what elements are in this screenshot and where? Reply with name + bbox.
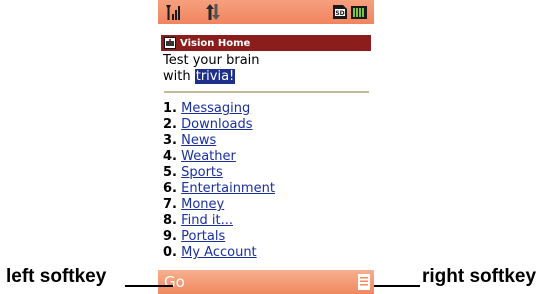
menu-item-number: 5. (163, 165, 177, 180)
svg-text:SD: SD (335, 10, 344, 17)
menu-item-link[interactable]: Messaging (181, 101, 250, 116)
right-softkey-callout: right softkey (422, 266, 537, 287)
menu-item-number: 1. (163, 101, 177, 116)
promo-line-2-prefix: with (163, 69, 195, 84)
menu-item-number: 7. (163, 197, 177, 212)
menu-item-link[interactable]: My Account (181, 245, 257, 260)
menu-item-link[interactable]: Portals (181, 229, 225, 244)
left-softkey-button[interactable]: Go (164, 273, 185, 291)
sd-card-icon: SD (333, 5, 347, 19)
menu-item-number: 4. (163, 149, 177, 164)
menu-item-entertainment[interactable]: 6. Entertainment (163, 181, 275, 197)
promo-line-2: with trivia! (163, 69, 260, 85)
status-bar: SD (158, 0, 374, 24)
menu-item-number: 9. (163, 229, 177, 244)
menu-item-portals[interactable]: 9. Portals (163, 229, 275, 245)
menu-item-money[interactable]: 7. Money (163, 197, 275, 213)
phone-screen: SD Vision Home Test your brain with triv… (158, 0, 374, 294)
promo-highlight-link[interactable]: trivia! (194, 69, 236, 84)
menu-item-link[interactable]: Sports (181, 165, 223, 180)
right-callout-line (374, 285, 420, 287)
menu-item-link[interactable]: Money (181, 197, 224, 212)
menu-item-number: 0. (163, 245, 177, 260)
menu-item-link[interactable]: Find it... (181, 213, 233, 228)
promo-line-1: Test your brain (163, 53, 260, 68)
menu-item-news[interactable]: 3. News (163, 133, 275, 149)
menu-item-number: 8. (163, 213, 177, 228)
left-callout-line (125, 285, 173, 287)
promo-banner[interactable]: Test your brain with trivia! (163, 53, 260, 85)
divider (164, 91, 369, 93)
softkey-bar: Go (158, 270, 374, 294)
battery-icon (351, 6, 367, 19)
data-transfer-icon (206, 4, 220, 20)
left-softkey-callout: left softkey (6, 266, 107, 287)
page-title: Vision Home (180, 37, 251, 49)
menu-item-weather[interactable]: 4. Weather (163, 149, 275, 165)
menu-item-messaging[interactable]: 1. Messaging (163, 101, 275, 117)
menu-item-downloads[interactable]: 2. Downloads (163, 117, 275, 133)
menu-item-number: 3. (163, 133, 177, 148)
home-icon (164, 37, 176, 49)
menu-item-number: 2. (163, 117, 177, 132)
title-bar: Vision Home (161, 35, 371, 51)
menu-item-link[interactable]: News (181, 133, 216, 148)
signal-strength-icon (166, 5, 180, 20)
menu-item-link[interactable]: Weather (181, 149, 236, 164)
menu-item-my-account[interactable]: 0. My Account (163, 245, 275, 261)
menu-item-find-it[interactable]: 8. Find it... (163, 213, 275, 229)
menu-item-sports[interactable]: 5. Sports (163, 165, 275, 181)
main-menu: 1. Messaging 2. Downloads 3. News 4. Wea… (163, 101, 275, 261)
menu-list-icon[interactable] (358, 274, 370, 290)
menu-item-number: 6. (163, 181, 177, 196)
menu-item-link[interactable]: Entertainment (181, 181, 275, 196)
menu-item-link[interactable]: Downloads (181, 117, 252, 132)
